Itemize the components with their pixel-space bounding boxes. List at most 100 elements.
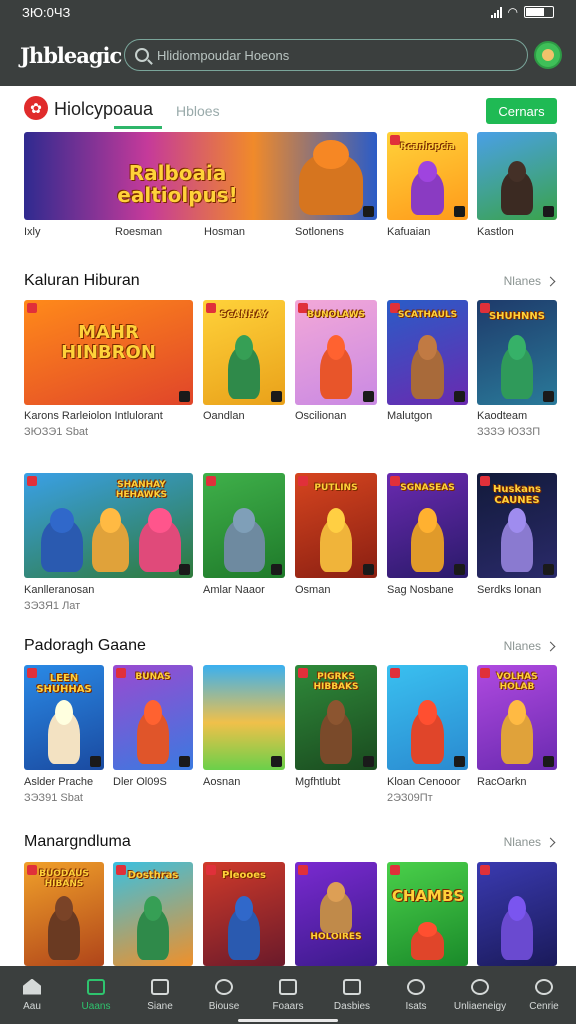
app-badge-icon: ✿ [24, 96, 48, 120]
see-more-label: Nlanes [503, 274, 541, 288]
game-tile[interactable] [203, 665, 285, 770]
home-indicator [238, 1019, 338, 1022]
banner-label: Kastlon [477, 226, 514, 238]
game-tile[interactable]: SGNASEAS [387, 473, 468, 578]
game-tile[interactable]: Pleooes [203, 862, 285, 966]
banner-label: Ixly [24, 226, 41, 238]
game-tile[interactable]: BUODAUS HIBANS [24, 862, 104, 966]
character-image [501, 711, 533, 764]
banner-tile[interactable] [477, 132, 557, 220]
game-sub: ЗЗЗЭ ЮЗЗП [477, 426, 541, 438]
corner-icon [363, 756, 374, 767]
game-tile[interactable]: CHAMBS [387, 862, 468, 966]
featured-banner[interactable]: Ralboaia ealtiolpus! [24, 132, 377, 220]
game-tile[interactable]: BUNAS [113, 665, 193, 770]
nav-item-games[interactable]: Uaans [64, 966, 128, 1024]
game-tile[interactable]: SHANHAY HEHAWKS [24, 473, 193, 578]
game-tile-title: BUNAS [135, 672, 171, 683]
game-tile-title: PIGRKS HIBBAKS [313, 672, 359, 693]
nav-label: Uaans [81, 1000, 111, 1012]
corner-icon [363, 564, 374, 575]
section-title: Kaluran Hiburan [24, 272, 140, 289]
game-tile[interactable]: Huskans CAUNES [477, 473, 557, 578]
corner-icon [90, 756, 101, 767]
game-label: Mgfhtlubt [295, 776, 341, 788]
nav-item-profile[interactable]: Cenrie [512, 966, 576, 1024]
character-image [411, 170, 444, 215]
app-bar: Jhbleagic Hlidiompoudar Hoeons [0, 24, 576, 86]
character-image [137, 907, 169, 960]
see-more-link[interactable]: Nlanes [503, 639, 556, 653]
corner-icon [454, 391, 465, 402]
corner-icon [543, 391, 554, 402]
game-tile-title: MAHR HINBRON [61, 322, 156, 363]
see-more-link[interactable]: Nlanes [503, 835, 556, 849]
nav-item-stats[interactable]: Isats [384, 966, 448, 1024]
game-tile[interactable]: HOLOIRES [295, 862, 377, 966]
nav-item-library[interactable]: Dasbies [320, 966, 384, 1024]
nav-item-feed[interactable]: Foaars [256, 966, 320, 1024]
game-tile[interactable]: VOLHAS HOLAB [477, 665, 557, 770]
character-image [411, 346, 444, 399]
tab-active[interactable]: Hiolcypoaua [54, 99, 153, 120]
avatar-face-icon [542, 49, 554, 61]
game-tile-title: SCANHAY [220, 309, 268, 320]
game-label: RacOarkn [477, 776, 527, 788]
tab-other[interactable]: Hbloes [176, 103, 220, 119]
bottom-nav: Aau Uaans Siane Biouse Foaars Dasbies Is… [0, 966, 576, 1024]
game-tile[interactable] [203, 473, 285, 578]
game-tile[interactable] [387, 665, 468, 770]
character-image [223, 519, 265, 572]
corner-icon [363, 391, 374, 402]
see-more-label: Nlanes [503, 835, 541, 849]
banner-tile[interactable]: Rcanlopcia [387, 132, 468, 220]
status-bar: ЗЮ:0ЧЗ ◠ [0, 0, 576, 24]
character-image [319, 346, 353, 399]
nav-item-store[interactable]: Siane [128, 966, 192, 1024]
nav-label: Unliaeneigy [453, 1000, 507, 1012]
corner-icon [454, 564, 465, 575]
chat-icon [407, 978, 425, 995]
feed-icon [279, 978, 297, 995]
game-tile[interactable]: BUNOLAWS [295, 300, 377, 405]
character-image [501, 346, 533, 399]
banner-label: Sotlonens [295, 226, 344, 238]
game-tile[interactable]: Dosthras [113, 862, 193, 966]
nav-item-home[interactable]: Aau [0, 966, 64, 1024]
game-tile[interactable]: MAHR HINBRON [24, 300, 193, 405]
character-image [319, 891, 353, 933]
section-title: Padoragh Gaane [24, 637, 146, 654]
see-more-label: Nlanes [503, 639, 541, 653]
avatar[interactable] [534, 41, 562, 69]
game-tile[interactable]: PIGRKS HIBBAKS [295, 665, 377, 770]
see-more-link[interactable]: Nlanes [503, 274, 556, 288]
app-logo[interactable]: Jhbleagic [20, 43, 122, 68]
game-tile-title: HOLOIRES [310, 931, 362, 942]
search-bar[interactable]: Hlidiompoudar Hoeons [124, 39, 528, 71]
chevron-right-icon [545, 837, 556, 847]
game-tile[interactable]: SHUHNNS [477, 300, 557, 405]
corner-icon [363, 206, 374, 217]
tab-row: ✿ Hiolcypoaua Hbloes Cernars [24, 96, 557, 130]
game-tile[interactable]: SCATHAULS [387, 300, 468, 405]
game-tile[interactable]: PUTLINS [295, 473, 377, 578]
main-content[interactable]: ✿ Hiolcypoaua Hbloes Cernars Ralboaia ea… [0, 86, 576, 966]
character-image [227, 907, 261, 960]
game-tile-title: LEEN SHUHHAS [36, 673, 92, 696]
nav-item-browse[interactable]: Biouse [192, 966, 256, 1024]
game-label: Aosnan [203, 776, 241, 788]
game-tile[interactable] [477, 862, 557, 966]
nav-label: Cenrie [529, 1000, 559, 1012]
nav-item-energy[interactable]: Unliaeneigy [448, 966, 512, 1024]
game-tile[interactable]: SCANHAY [203, 300, 285, 405]
game-tile[interactable]: LEEN SHUHHAS [24, 665, 104, 770]
action-button[interactable]: Cernars [486, 98, 557, 124]
game-label: Osman [295, 584, 331, 596]
game-label: Kloan Cenooor [387, 776, 461, 788]
banner-label: Hosman [204, 226, 245, 238]
game-tile-title: Dosthras [127, 870, 179, 882]
character-image [91, 519, 129, 572]
badge-icon [206, 476, 216, 486]
character-image [411, 711, 444, 764]
game-sub: ЗЭЗ91 Sbat [24, 792, 83, 804]
